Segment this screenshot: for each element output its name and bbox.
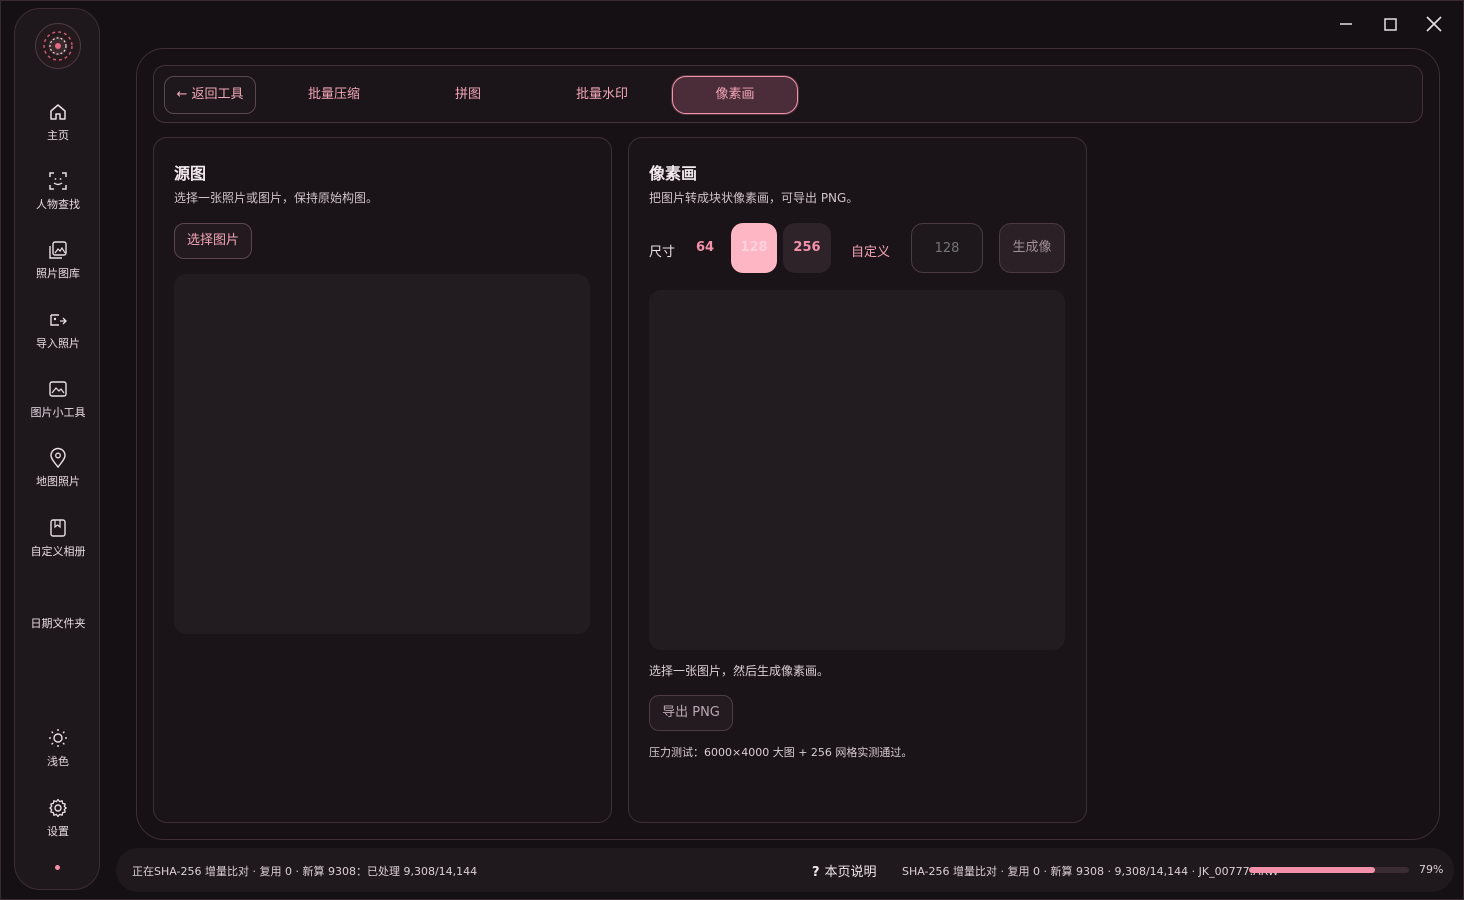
pixel-art-subtitle: 把图片转成块状像素画，可导出 PNG。 [649, 191, 859, 205]
page-help-label: 本页说明 [824, 865, 877, 880]
sidebar-item-label: 地图照片 [36, 475, 80, 488]
map-pin-icon [47, 447, 69, 469]
stress-test-note: 压力测试：6000×4000 大图 + 256 网格实测通过。 [649, 746, 913, 759]
settings-label: 设置 [47, 825, 69, 838]
tab-collage[interactable]: 拼图 [418, 76, 518, 114]
custom-size-label: 自定义 [851, 245, 891, 260]
generate-button[interactable]: 生成像 [999, 223, 1065, 273]
home-icon [47, 101, 69, 123]
image-tool-icon [47, 378, 69, 400]
pixel-art-preview [649, 290, 1065, 650]
sidebar-item-label: 照片图库 [36, 267, 80, 280]
size-256-button[interactable]: 256 [783, 223, 831, 273]
progress-percent: 79% [1419, 863, 1444, 876]
progress-bar [1249, 867, 1409, 873]
status-right-text: SHA-256 增量比对 · 复用 0 · 新算 9308 · 9,308/14… [902, 865, 1279, 878]
tool-tabbar: ← 返回工具 批量压缩 拼图 批量水印 像素画 [153, 65, 1423, 123]
app-logo [35, 23, 81, 69]
sidebar-item-image-tools[interactable]: 图片小工具 [15, 378, 101, 420]
pixel-art-hint: 选择一张图片，然后生成像素画。 [649, 664, 830, 678]
sidebar-item-import[interactable]: 导入照片 [15, 309, 101, 351]
sidebar-item-date-folders[interactable]: 日期文件夹 [15, 617, 101, 631]
help-icon: ? [812, 865, 820, 880]
progress-fill [1249, 867, 1376, 873]
sidebar: 主页 人物查找 照片图库 导入照片 图片小工具 地图照片 自定义相册 日期文件夹… [14, 8, 100, 890]
size-label: 尺寸 [649, 245, 676, 260]
status-dot [55, 865, 60, 870]
source-title: 源图 [174, 164, 207, 183]
status-bar: 正在SHA-256 增量比对 · 复用 0 · 新算 9308：已处理 9,30… [116, 848, 1454, 892]
export-png-button[interactable]: 导出 PNG [649, 695, 733, 731]
pixel-art-panel: 像素画 把图片转成块状像素画，可导出 PNG。 尺寸 64 128 256 自定… [628, 137, 1087, 823]
tab-batch-compress[interactable]: 批量压缩 [284, 76, 384, 114]
theme-toggle[interactable]: 浅色 [15, 727, 101, 769]
sidebar-item-person-search[interactable]: 人物查找 [15, 170, 101, 212]
album-icon [47, 517, 69, 539]
sidebar-item-gallery[interactable]: 照片图库 [15, 239, 101, 281]
sidebar-item-label: 自定义相册 [30, 545, 86, 558]
sidebar-item-home[interactable]: 主页 [15, 101, 101, 143]
size-128-button[interactable]: 128 [731, 223, 777, 273]
theme-label: 浅色 [47, 755, 69, 768]
import-photo-icon [47, 309, 69, 331]
custom-size-input[interactable] [911, 223, 983, 273]
gallery-icon [47, 239, 69, 261]
sidebar-item-label: 日期文件夹 [30, 617, 86, 630]
sidebar-item-label: 人物查找 [36, 198, 80, 211]
source-subtitle: 选择一张照片或图片，保持原始构图。 [174, 191, 379, 205]
main-content: ← 返回工具 批量压缩 拼图 批量水印 像素画 源图 选择一张照片或图片，保持原… [136, 48, 1440, 840]
close-icon[interactable] [1422, 12, 1446, 36]
sidebar-item-label: 主页 [47, 129, 69, 142]
sun-icon [47, 727, 69, 749]
gear-icon [47, 797, 69, 819]
source-preview [174, 274, 590, 634]
page-help-button[interactable]: ? 本页说明 [812, 861, 877, 880]
pixel-art-title: 像素画 [649, 164, 698, 183]
status-left-text: 正在SHA-256 增量比对 · 复用 0 · 新算 9308：已处理 9,30… [132, 865, 478, 878]
source-panel: 源图 选择一张照片或图片，保持原始构图。 选择图片 [153, 137, 612, 823]
tab-pixel-art[interactable]: 像素画 [672, 76, 798, 114]
minimize-icon[interactable] [1334, 12, 1358, 36]
sidebar-item-label: 导入照片 [36, 337, 80, 350]
sidebar-item-settings[interactable]: 设置 [15, 797, 101, 839]
maximize-icon[interactable] [1378, 12, 1402, 36]
sidebar-item-custom-album[interactable]: 自定义相册 [15, 517, 101, 559]
sidebar-item-map-photos[interactable]: 地图照片 [15, 447, 101, 489]
face-scan-icon [47, 170, 69, 192]
tab-batch-watermark[interactable]: 批量水印 [552, 76, 652, 114]
sidebar-item-label: 图片小工具 [30, 406, 86, 419]
choose-image-button[interactable]: 选择图片 [174, 223, 252, 259]
size-64-button[interactable]: 64 [687, 223, 723, 273]
back-to-tools-button[interactable]: ← 返回工具 [164, 76, 256, 114]
